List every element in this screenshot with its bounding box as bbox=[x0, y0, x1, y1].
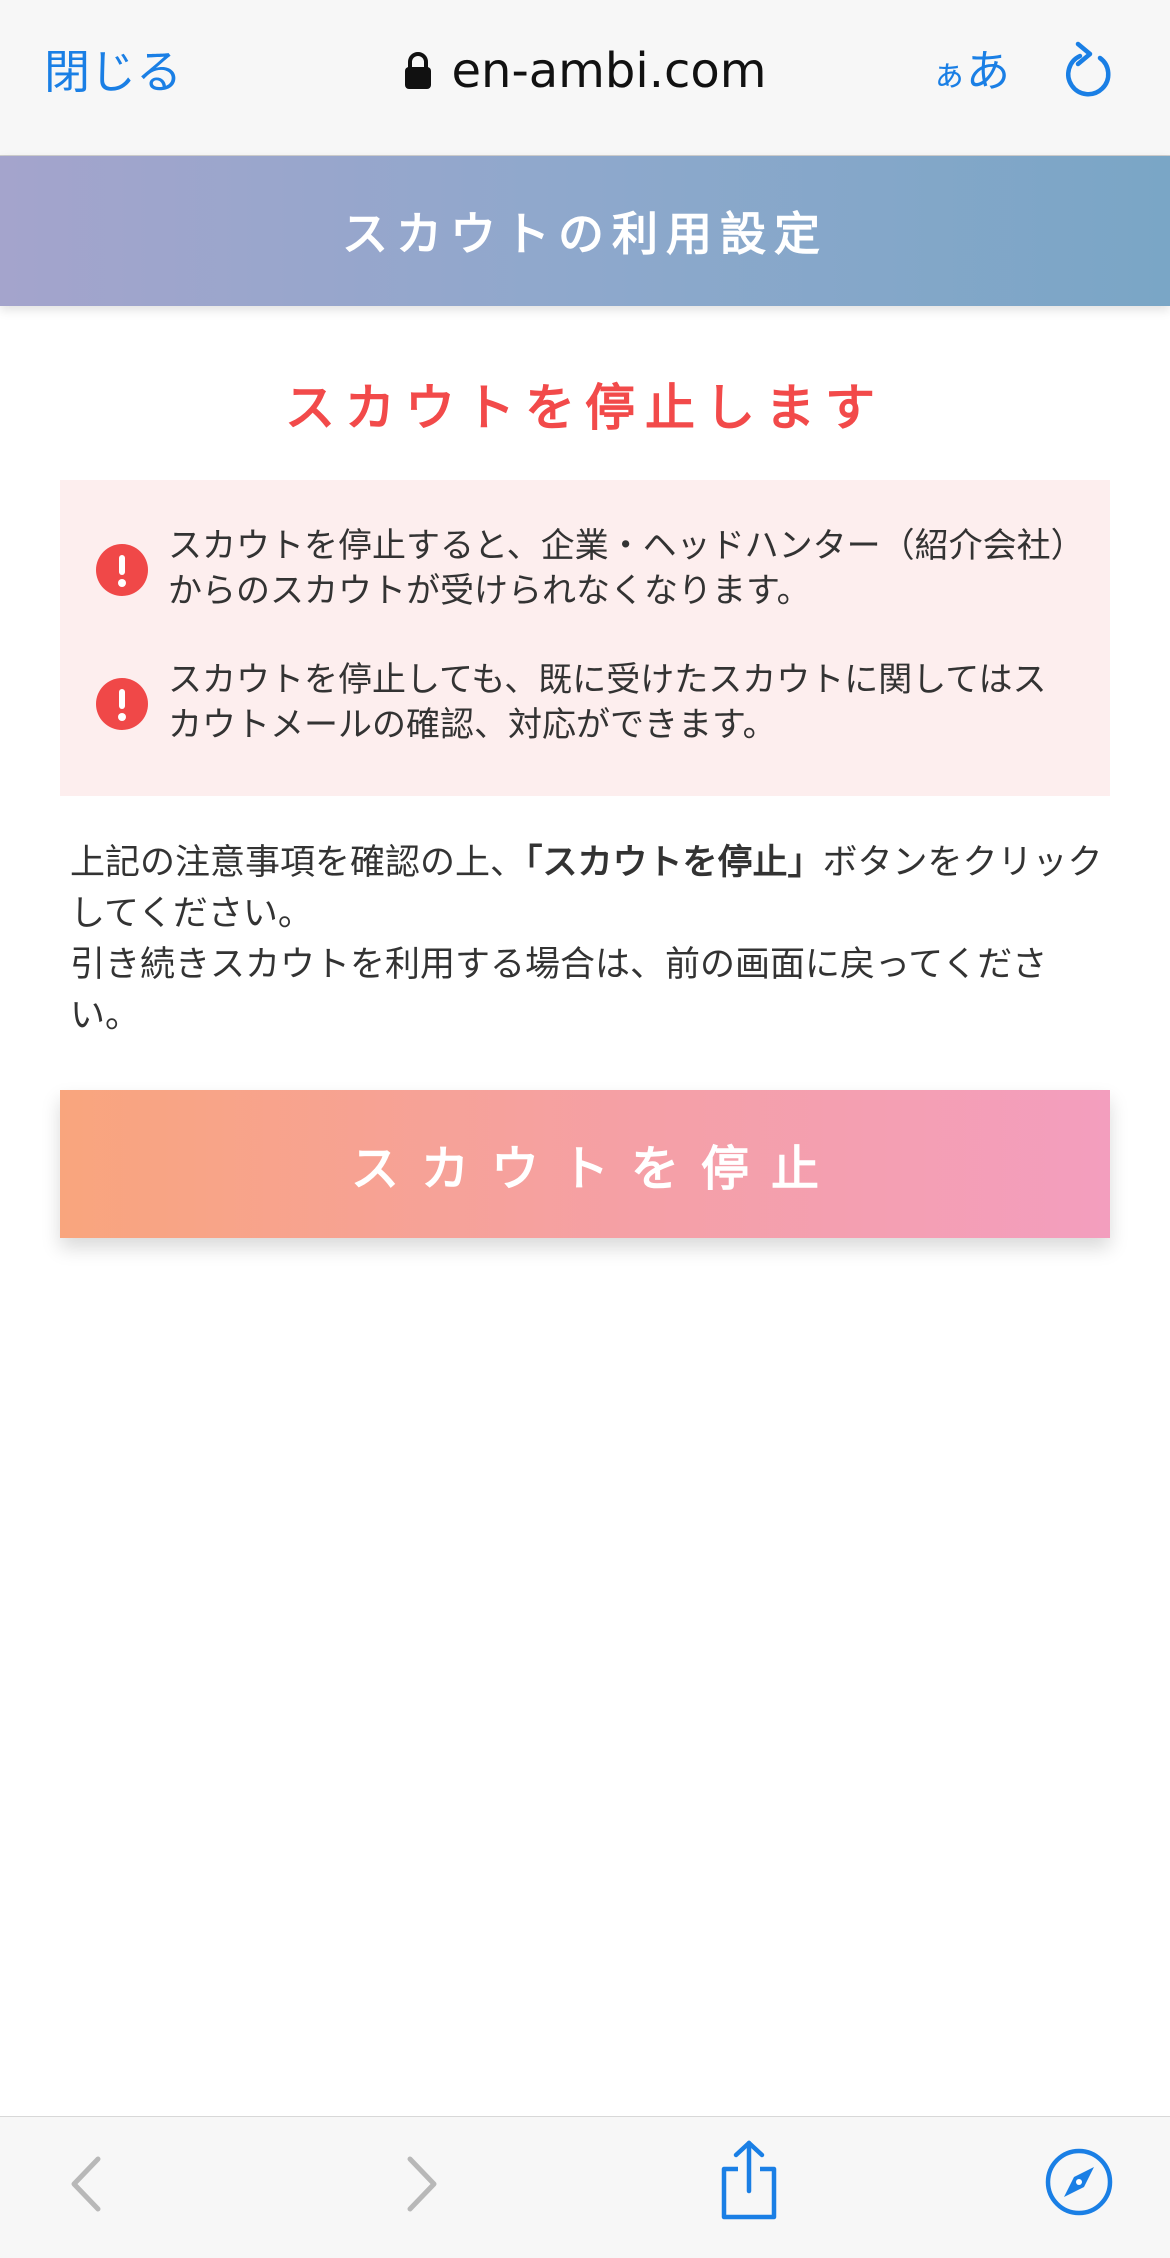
warning-item: スカウトを停止しても、既に受けたスカウトに関してはスカウトメールの確認、対応がで… bbox=[96, 658, 1070, 748]
exclamation-icon bbox=[96, 544, 148, 596]
stop-scout-button-label: スカウトを停止 bbox=[350, 1141, 841, 1197]
warning-text: スカウトを停止しても、既に受けたスカウトに関してはスカウトメールの確認、対応がで… bbox=[168, 660, 1047, 745]
instruction-part1: 上記の注意事項を確認の上、 bbox=[70, 843, 526, 883]
chevron-left-icon[interactable] bbox=[64, 2151, 108, 2217]
instruction-line2: 引き続きスカウトを利用する場合は、前の画面に戻ってください。 bbox=[70, 945, 1048, 1036]
warning-text: スカウトを停止すると、企業・ヘッドハンター（紹介会社）からのスカウトが受けられな… bbox=[168, 526, 1068, 611]
page-header: スカウトの利用設定 bbox=[0, 156, 1170, 306]
chevron-right-icon[interactable] bbox=[400, 2151, 444, 2217]
browser-top-bar: 閉じる en-ambi.com ぁあ bbox=[0, 0, 1170, 156]
share-icon[interactable] bbox=[716, 2139, 782, 2221]
page-title: スカウトの利用設定 bbox=[342, 207, 828, 261]
stop-heading: スカウトを停止します bbox=[285, 379, 885, 437]
exclamation-icon bbox=[96, 678, 148, 730]
instruction-text: 上記の注意事項を確認の上、「スカウトを停止」ボタンをクリックしてください。 引き… bbox=[70, 838, 1110, 1042]
browser-bottom-toolbar bbox=[0, 2116, 1170, 2258]
reload-icon[interactable] bbox=[1060, 40, 1116, 104]
compass-icon[interactable] bbox=[1044, 2147, 1114, 2217]
warning-item: スカウトを停止すると、企業・ヘッドハンター（紹介会社）からのスカウトが受けられな… bbox=[96, 524, 1070, 614]
text-size-button[interactable]: ぁあ bbox=[932, 42, 1010, 111]
text-size-big-glyph: あ bbox=[966, 46, 1010, 97]
lock-icon bbox=[405, 52, 432, 89]
url-text: en-ambi.com bbox=[451, 43, 767, 99]
text-size-small-glyph: ぁ bbox=[932, 55, 966, 95]
stop-scout-button[interactable]: スカウトを停止 bbox=[60, 1090, 1110, 1238]
warning-box: スカウトを停止すると、企業・ヘッドハンター（紹介会社）からのスカウトが受けられな… bbox=[60, 480, 1110, 796]
instruction-bold: 「スカウトを停止」 bbox=[525, 843, 823, 883]
